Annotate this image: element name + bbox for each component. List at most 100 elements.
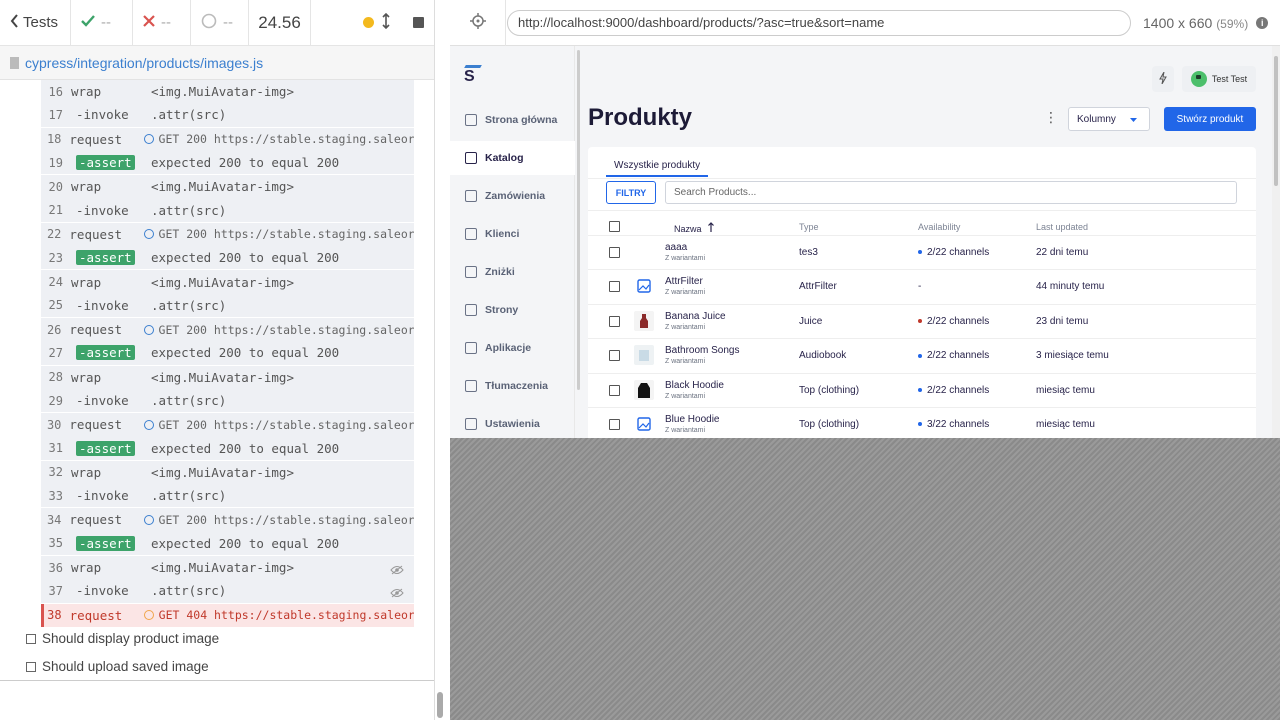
command-row[interactable]: 16 wrap <img.MuiAvatar-img>	[41, 80, 414, 103]
sidebar-item[interactable]: Strona główna	[450, 103, 575, 137]
command-row[interactable]: 34 request GET 200 https://stable.staging.…	[41, 508, 414, 531]
command-row[interactable]: 24 wrap <img.MuiAvatar-img>	[41, 270, 414, 293]
app-scrollbar[interactable]	[1272, 46, 1280, 438]
column-header-type[interactable]: Type	[799, 222, 819, 232]
command-row[interactable]: 38 request GET 404 https://stable.staging.…	[41, 603, 414, 627]
row-checkbox[interactable]	[609, 247, 620, 258]
spec-path-text[interactable]: cypress/integration/products/images.js	[25, 55, 263, 71]
command-row[interactable]: 19 -assert expected 200 to equal 200	[41, 151, 414, 174]
command-row[interactable]: 30 request GET 200 https://stable.staging.…	[41, 413, 414, 436]
columns-label: Kolumny	[1077, 113, 1116, 125]
empty-viewport-area	[450, 438, 1280, 720]
table-row[interactable]: Bathroom Songs Z wariantami Audiobook 2/22 …	[588, 338, 1256, 372]
selector-playground-button[interactable]	[450, 0, 506, 46]
row-checkbox[interactable]	[609, 315, 620, 327]
table-row[interactable]: Black Hoodie Z wariantami Top (clothing) 2/…	[588, 373, 1256, 407]
availability-text: -	[918, 281, 922, 293]
tests-back-button[interactable]: Tests	[0, 0, 71, 46]
command-row[interactable]: 26 request GET 200 https://stable.staging.…	[41, 318, 414, 341]
command-name: request	[69, 226, 123, 242]
command-row[interactable]: 21 -invoke .attr(src)	[41, 198, 414, 221]
row-checkbox[interactable]	[609, 281, 620, 293]
command-name: request	[69, 322, 123, 338]
autoscroll-toggle[interactable]	[363, 12, 390, 33]
command-number: 31	[48, 441, 63, 456]
tab-all-products[interactable]: Wszystkie produkty	[606, 155, 709, 177]
sidebar-item[interactable]: Aplikacje	[450, 331, 575, 365]
command-row[interactable]: 23 -assert expected 200 to equal 200	[41, 246, 414, 269]
select-all-checkbox[interactable]	[609, 221, 620, 232]
sidebar-scrollbar[interactable]	[577, 50, 580, 390]
command-row[interactable]: 20 wrap <img.MuiAvatar-img>	[41, 175, 414, 198]
products-card: Wszystkie produkty FILTRY Search Product…	[588, 147, 1256, 438]
command-name: -invoke	[76, 107, 129, 123]
assert-badge: -assert	[76, 440, 135, 456]
command-row[interactable]: 27 -assert expected 200 to equal 200	[41, 341, 414, 364]
column-name-label: Nazwa	[674, 224, 702, 234]
sidebar-item[interactable]: Strony	[450, 293, 575, 327]
command-row[interactable]: 32 wrap <img.MuiAvatar-img>	[41, 461, 414, 484]
sidebar-item[interactable]: Ustawienia	[450, 407, 575, 438]
product-name: aaaa	[665, 242, 688, 253]
command-row[interactable]: 31 -assert expected 200 to equal 200	[41, 436, 414, 459]
column-header-availability[interactable]: Availability	[918, 222, 960, 232]
spec-path[interactable]: cypress/integration/products/images.js	[0, 46, 434, 80]
product-type: Juice	[799, 315, 823, 327]
table-row[interactable]: Blue Hoodie Z wariantami Top (clothing) 3/2…	[588, 407, 1256, 438]
command-row[interactable]: 17 -invoke .attr(src)	[41, 103, 414, 126]
user-menu-button[interactable]: Test Test	[1182, 66, 1256, 92]
command-name: wrap	[71, 179, 102, 195]
command-row[interactable]: 18 request GET 200 https://stable.staging.…	[41, 128, 414, 151]
command-message: .attr(src)	[151, 297, 227, 313]
product-thumbnail-icon	[634, 345, 654, 368]
sidebar-item[interactable]: Tłumaczenia	[450, 369, 575, 403]
globe-icon	[465, 380, 477, 392]
command-group: 38 request GET 404 https://stable.staging.…	[41, 603, 414, 628]
saleor-logo[interactable]: S	[464, 65, 482, 86]
row-checkbox[interactable]	[609, 350, 620, 362]
filters-button[interactable]: FILTRY	[606, 181, 656, 204]
row-checkbox[interactable]	[609, 419, 620, 430]
command-row[interactable]: 35 -assert expected 200 to equal 200	[41, 532, 414, 555]
command-number: 34	[46, 512, 62, 527]
info-icon[interactable]: i	[1256, 16, 1269, 29]
command-name: request	[69, 512, 123, 528]
sidebar-item[interactable]: Klienci	[450, 217, 575, 251]
command-row[interactable]: 37 -invoke .attr(src)	[41, 579, 414, 602]
create-product-button[interactable]: Stwórz produkt	[1164, 107, 1256, 131]
test-item[interactable]: Should display product image	[26, 631, 219, 646]
availability-text: 2/22 channels	[927, 315, 990, 327]
table-row[interactable]: Banana Juice Z wariantami Juice 2/22 channe…	[588, 304, 1256, 338]
test-item[interactable]: Should upload saved image	[26, 659, 209, 674]
sort-arrow-up-icon	[708, 222, 714, 234]
sidebar-item[interactable]: Katalog	[450, 141, 575, 175]
command-row[interactable]: 33 -invoke .attr(src)	[41, 484, 414, 507]
command-row[interactable]: 25 -invoke .attr(src)	[41, 294, 414, 317]
command-row[interactable]: 22 request GET 200 https://stable.staging.…	[41, 223, 414, 246]
table-row[interactable]: aaaa Z wariantami tes3 2/22 channels 22 dni …	[588, 235, 1256, 269]
sidebar-item[interactable]: Zniżki	[450, 255, 575, 289]
columns-button[interactable]: Kolumny	[1068, 107, 1150, 131]
url-field[interactable]: http://localhost:9000/dashboard/products…	[507, 9, 1131, 36]
table-row[interactable]: AttrFilter Z wariantami AttrFilter -44 minu…	[588, 269, 1256, 303]
column-header-updated[interactable]: Last updated	[1036, 222, 1088, 232]
command-row[interactable]: 28 wrap <img.MuiAvatar-img>	[41, 366, 414, 389]
sidebar-item[interactable]: Zamówienia	[450, 179, 575, 213]
command-row[interactable]: 36 wrap <img.MuiAvatar-img>	[41, 556, 414, 579]
more-options-icon[interactable]: ⋮	[1044, 110, 1058, 124]
row-checkbox[interactable]	[609, 384, 620, 396]
column-header-name[interactable]: Nazwa	[674, 222, 714, 234]
stop-icon[interactable]	[413, 17, 424, 28]
command-name: -assert	[71, 155, 151, 171]
bolt-button[interactable]	[1152, 66, 1174, 92]
command-row[interactable]: 29 -invoke .attr(src)	[41, 389, 414, 412]
command-message: GET 404 https://stable.staging.saleor...	[143, 608, 414, 622]
tests-label: Tests	[23, 14, 59, 31]
user-name: Test Test	[1211, 74, 1248, 84]
command-number: 37	[48, 583, 63, 598]
test-status-icon	[26, 633, 36, 644]
runner-scrollbar[interactable]	[437, 692, 443, 718]
command-number: 28	[48, 370, 63, 385]
search-products-input[interactable]: Search Products...	[665, 181, 1237, 204]
failed-count: --	[133, 0, 191, 46]
